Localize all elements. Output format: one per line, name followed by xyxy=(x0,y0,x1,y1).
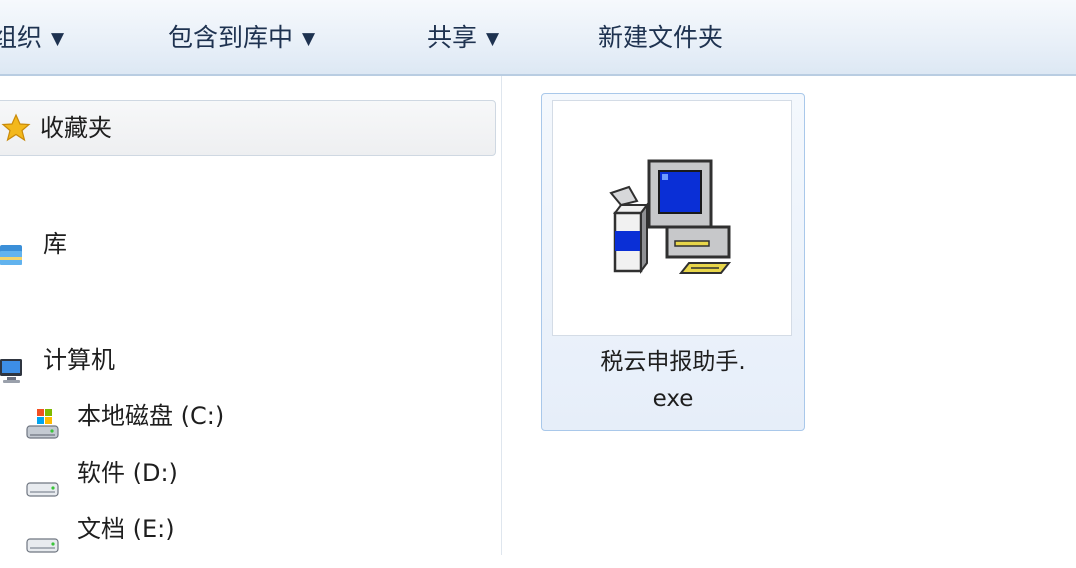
command-bar: 组织 ▼ 包含到库中 ▼ 共享 ▼ 新建文件夹 xyxy=(0,0,1076,76)
favorites-header[interactable]: 收藏夹 xyxy=(0,100,496,156)
organize-menu-button[interactable]: 组织 ▼ xyxy=(0,0,64,76)
share-label: 共享 xyxy=(427,23,478,52)
nav-item-computer[interactable]: 计算机 xyxy=(0,335,300,385)
new-folder-button[interactable]: 新建文件夹 xyxy=(598,0,723,76)
libraries-label: 库 xyxy=(43,230,67,258)
favorites-label: 收藏夹 xyxy=(40,114,112,142)
file-name: 税云申报助手. exe xyxy=(542,344,804,418)
file-thumbnail xyxy=(552,100,792,336)
file-name-line-1: 税云申报助手. xyxy=(600,349,746,375)
drive-e-label: 文档 (E:) xyxy=(77,515,175,543)
system-drive-icon xyxy=(26,409,59,439)
organize-label: 组织 xyxy=(0,23,43,52)
file-list-pane: 税云申报助手. exe xyxy=(503,76,1076,555)
hard-drive-icon xyxy=(26,538,59,553)
dropdown-caret-icon: ▼ xyxy=(302,29,316,49)
drive-d-label: 软件 (D:) xyxy=(77,459,178,487)
nav-item-drive-c[interactable]: 本地磁盘 (C:) xyxy=(0,391,320,441)
nav-item-drive-d[interactable]: 软件 (D:) xyxy=(0,448,320,498)
nav-item-drive-e[interactable]: 文档 (E:) xyxy=(0,504,320,554)
new-folder-label: 新建文件夹 xyxy=(598,23,724,52)
include-in-library-button[interactable]: 包含到库中 ▼ xyxy=(168,0,315,76)
dropdown-caret-icon: ▼ xyxy=(51,29,65,49)
nav-item-libraries[interactable]: 库 xyxy=(0,219,300,269)
star-icon xyxy=(1,113,31,142)
library-icon xyxy=(0,245,22,265)
drive-c-label: 本地磁盘 (C:) xyxy=(77,402,225,430)
file-name-line-2: exe xyxy=(652,386,694,412)
computer-label: 计算机 xyxy=(43,346,115,374)
navigation-pane: 收藏夹 库 计算机 本地磁盘 (C:) 软件 (D:) 文档 (E:) xyxy=(0,76,502,555)
share-menu-button[interactable]: 共享 ▼ xyxy=(427,0,499,76)
installer-exe-icon xyxy=(609,159,732,274)
file-item-selected[interactable]: 税云申报助手. exe xyxy=(541,93,805,431)
computer-icon xyxy=(0,359,22,383)
dropdown-caret-icon: ▼ xyxy=(486,29,500,49)
include-in-library-label: 包含到库中 xyxy=(168,23,294,52)
